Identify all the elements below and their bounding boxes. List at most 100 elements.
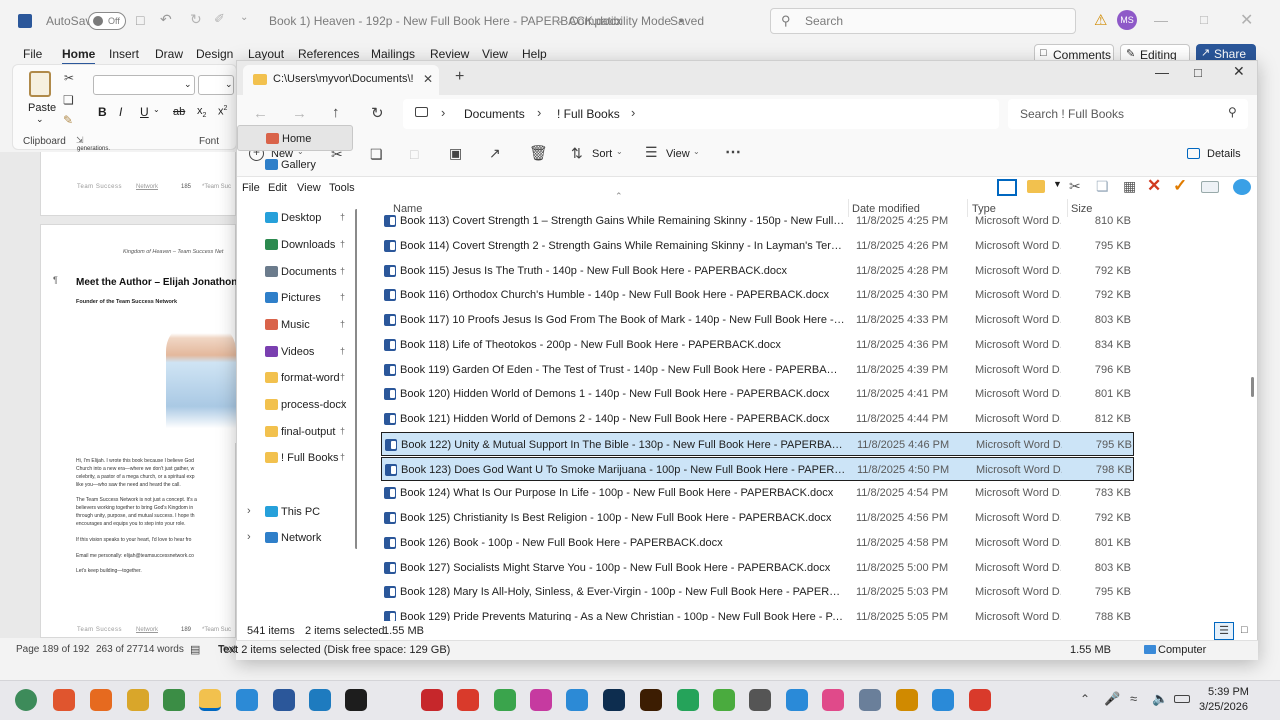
file-row[interactable]: Book 116) Orthodox Church's Humble - 140… bbox=[381, 283, 1134, 307]
show-hidden-icons[interactable]: ⌃ bbox=[1080, 692, 1090, 706]
pycharm-icon[interactable] bbox=[345, 689, 367, 711]
tab-home[interactable]: Home bbox=[62, 47, 96, 65]
file-row[interactable]: Book 129) Pride Prevents Maturing - As a… bbox=[381, 605, 1134, 621]
camtasia-icon[interactable] bbox=[494, 689, 516, 711]
globe-icon[interactable] bbox=[1233, 179, 1251, 195]
filezilla-icon[interactable] bbox=[421, 689, 443, 711]
refresh-icon[interactable]: ↻ bbox=[371, 104, 384, 122]
chevron-down-icon[interactable]: ▼ bbox=[1053, 179, 1062, 189]
file-row[interactable]: Book 117) 10 Proofs Jesus Is God From Th… bbox=[381, 308, 1134, 332]
app-photo-icon[interactable] bbox=[859, 689, 881, 711]
word-search-box[interactable]: ⚲ Search bbox=[770, 8, 1076, 34]
tiles-view-icon[interactable]: □ bbox=[1241, 624, 1248, 636]
file-row[interactable]: Book 126) Book - 100p - New Full Book He… bbox=[381, 531, 1134, 555]
globe-app-icon[interactable] bbox=[236, 689, 258, 711]
app-green-icon[interactable] bbox=[713, 689, 735, 711]
menu-file[interactable]: File bbox=[242, 182, 260, 194]
details-button[interactable]: Details bbox=[1187, 145, 1247, 167]
file-list-scrollbar[interactable] bbox=[1251, 377, 1254, 397]
font-size-select[interactable]: ⌄ bbox=[198, 75, 234, 95]
paste-icon[interactable] bbox=[29, 71, 51, 97]
menu-edit[interactable]: Edit bbox=[268, 182, 287, 194]
paste-dropdown-icon[interactable]: ⌄ bbox=[36, 114, 44, 125]
rename-icon[interactable]: ▣ bbox=[449, 145, 462, 162]
more-options-icon[interactable]: ⋯ bbox=[725, 142, 741, 162]
clock-time[interactable]: 5:39 PM bbox=[1208, 686, 1249, 698]
close-icon[interactable]: ✕ bbox=[1240, 10, 1253, 30]
cut-icon[interactable]: ✂ bbox=[1069, 178, 1081, 195]
file-explorer-icon[interactable] bbox=[199, 689, 221, 711]
file-row[interactable]: Book 114) Covert Strength 2 - Strength G… bbox=[381, 234, 1134, 258]
app-blue-icon[interactable] bbox=[786, 689, 808, 711]
file-row[interactable]: Book 118) Life of Theotokos - 200p - New… bbox=[381, 333, 1134, 357]
nav-item-home[interactable]: Home bbox=[237, 125, 353, 151]
share-icon[interactable]: ↗ bbox=[489, 145, 501, 162]
brave-icon[interactable] bbox=[53, 689, 75, 711]
file-row[interactable]: Book 128) Mary Is All-Holy, Sinless, & E… bbox=[381, 580, 1134, 604]
new-tab-icon[interactable]: + bbox=[455, 68, 464, 86]
view-button[interactable]: ☰ View ⌄ bbox=[645, 144, 705, 167]
tab-mailings[interactable]: Mailings bbox=[371, 47, 415, 61]
strikethrough-icon[interactable]: ab bbox=[173, 106, 185, 118]
file-row[interactable]: Book 120) Hidden World of Demons 1 - 140… bbox=[381, 382, 1134, 406]
copy-icon[interactable]: ❏ bbox=[1096, 178, 1109, 195]
user-avatar[interactable]: MS bbox=[1117, 10, 1137, 30]
file-row[interactable]: Book 125) Christianity Is Best Religion … bbox=[381, 506, 1134, 530]
photoshop-icon[interactable] bbox=[603, 689, 625, 711]
preview-pane-icon[interactable] bbox=[997, 179, 1017, 196]
tab-insert[interactable]: Insert bbox=[109, 47, 139, 61]
file-row[interactable]: Book 115) Jesus Is The Truth - 140p - Ne… bbox=[381, 259, 1134, 283]
illustrator-icon[interactable] bbox=[640, 689, 662, 711]
paste-icon[interactable]: □ bbox=[410, 146, 418, 162]
checkmark-icon[interactable]: ✓ bbox=[1173, 176, 1187, 196]
word-count[interactable]: 263 of 27714 words bbox=[96, 644, 184, 655]
warning-icon[interactable]: ⚠ bbox=[1094, 11, 1107, 29]
format-painter-brush-icon[interactable]: ✎ bbox=[63, 113, 73, 127]
restore-icon[interactable]: □ bbox=[1200, 12, 1208, 27]
app-puzzle-icon[interactable] bbox=[749, 689, 771, 711]
breadcrumb-documents[interactable]: Documents bbox=[464, 107, 525, 121]
underline-icon[interactable]: U bbox=[140, 105, 149, 119]
tab-layout[interactable]: Layout bbox=[248, 47, 284, 61]
page-count[interactable]: Page 189 of 192 bbox=[16, 644, 89, 655]
chrome-icon[interactable] bbox=[127, 689, 149, 711]
firefox-icon[interactable] bbox=[90, 689, 112, 711]
address-field[interactable]: › Documents › ! Full Books › bbox=[403, 99, 999, 129]
wifi-icon[interactable]: ≈ bbox=[1130, 691, 1137, 706]
rename-box-icon[interactable] bbox=[1201, 181, 1219, 193]
redo-icon[interactable]: ↻ bbox=[190, 11, 202, 28]
customize-qat-icon[interactable]: ⌄ bbox=[240, 12, 248, 23]
menu-tools[interactable]: Tools bbox=[329, 182, 355, 194]
forward-icon[interactable]: → bbox=[292, 105, 307, 122]
italic-icon[interactable]: I bbox=[119, 105, 122, 119]
file-row[interactable]: Book 119) Garden Of Eden - The Test of T… bbox=[381, 358, 1134, 382]
file-row[interactable]: Book 123) Does God Want U To Smoke Marij… bbox=[381, 456, 1134, 481]
paste-icon[interactable]: ▦ bbox=[1123, 178, 1136, 195]
nav-item-gallery[interactable]: Gallery bbox=[237, 152, 353, 178]
itunes-icon[interactable] bbox=[822, 689, 844, 711]
sort-button[interactable]: ⇅ Sort ⌄ bbox=[571, 145, 631, 167]
paste-label[interactable]: Paste bbox=[28, 102, 56, 114]
file-row[interactable]: Book 121) Hidden World of Demons 2 - 140… bbox=[381, 407, 1134, 431]
app-check-icon[interactable] bbox=[896, 689, 918, 711]
file-row[interactable]: Book 127) Socialists Might Starve You - … bbox=[381, 556, 1134, 580]
tab-close-icon[interactable]: ✕ bbox=[423, 72, 433, 86]
close-icon[interactable]: ✕ bbox=[1233, 63, 1245, 80]
superscript-icon[interactable]: x2 bbox=[218, 105, 227, 118]
details-view-icon[interactable]: ☰ bbox=[1214, 622, 1234, 640]
breadcrumb-full-books[interactable]: ! Full Books bbox=[557, 107, 620, 121]
delete-icon[interactable]: 🗑 bbox=[529, 144, 548, 162]
tab-view[interactable]: View bbox=[482, 47, 508, 61]
format-painter-icon[interactable]: ✐ bbox=[214, 11, 225, 27]
maximize-icon[interactable]: □ bbox=[1194, 65, 1202, 80]
app-icon[interactable] bbox=[309, 689, 331, 711]
explorer-search-box[interactable]: Search ! Full Books ⚲ bbox=[1008, 99, 1248, 129]
font-name-select[interactable]: ⌄ bbox=[93, 75, 195, 95]
minimize-icon[interactable]: — bbox=[1155, 64, 1169, 80]
up-icon[interactable]: ↑ bbox=[332, 104, 340, 121]
battery-icon[interactable] bbox=[1174, 695, 1190, 703]
tab-draw[interactable]: Draw bbox=[155, 47, 183, 61]
explorer-tab[interactable]: C:\Users\myvor\Documents\! ✕ bbox=[243, 65, 439, 95]
app-red-icon[interactable] bbox=[457, 689, 479, 711]
autosave-toggle[interactable]: Off bbox=[88, 12, 126, 30]
